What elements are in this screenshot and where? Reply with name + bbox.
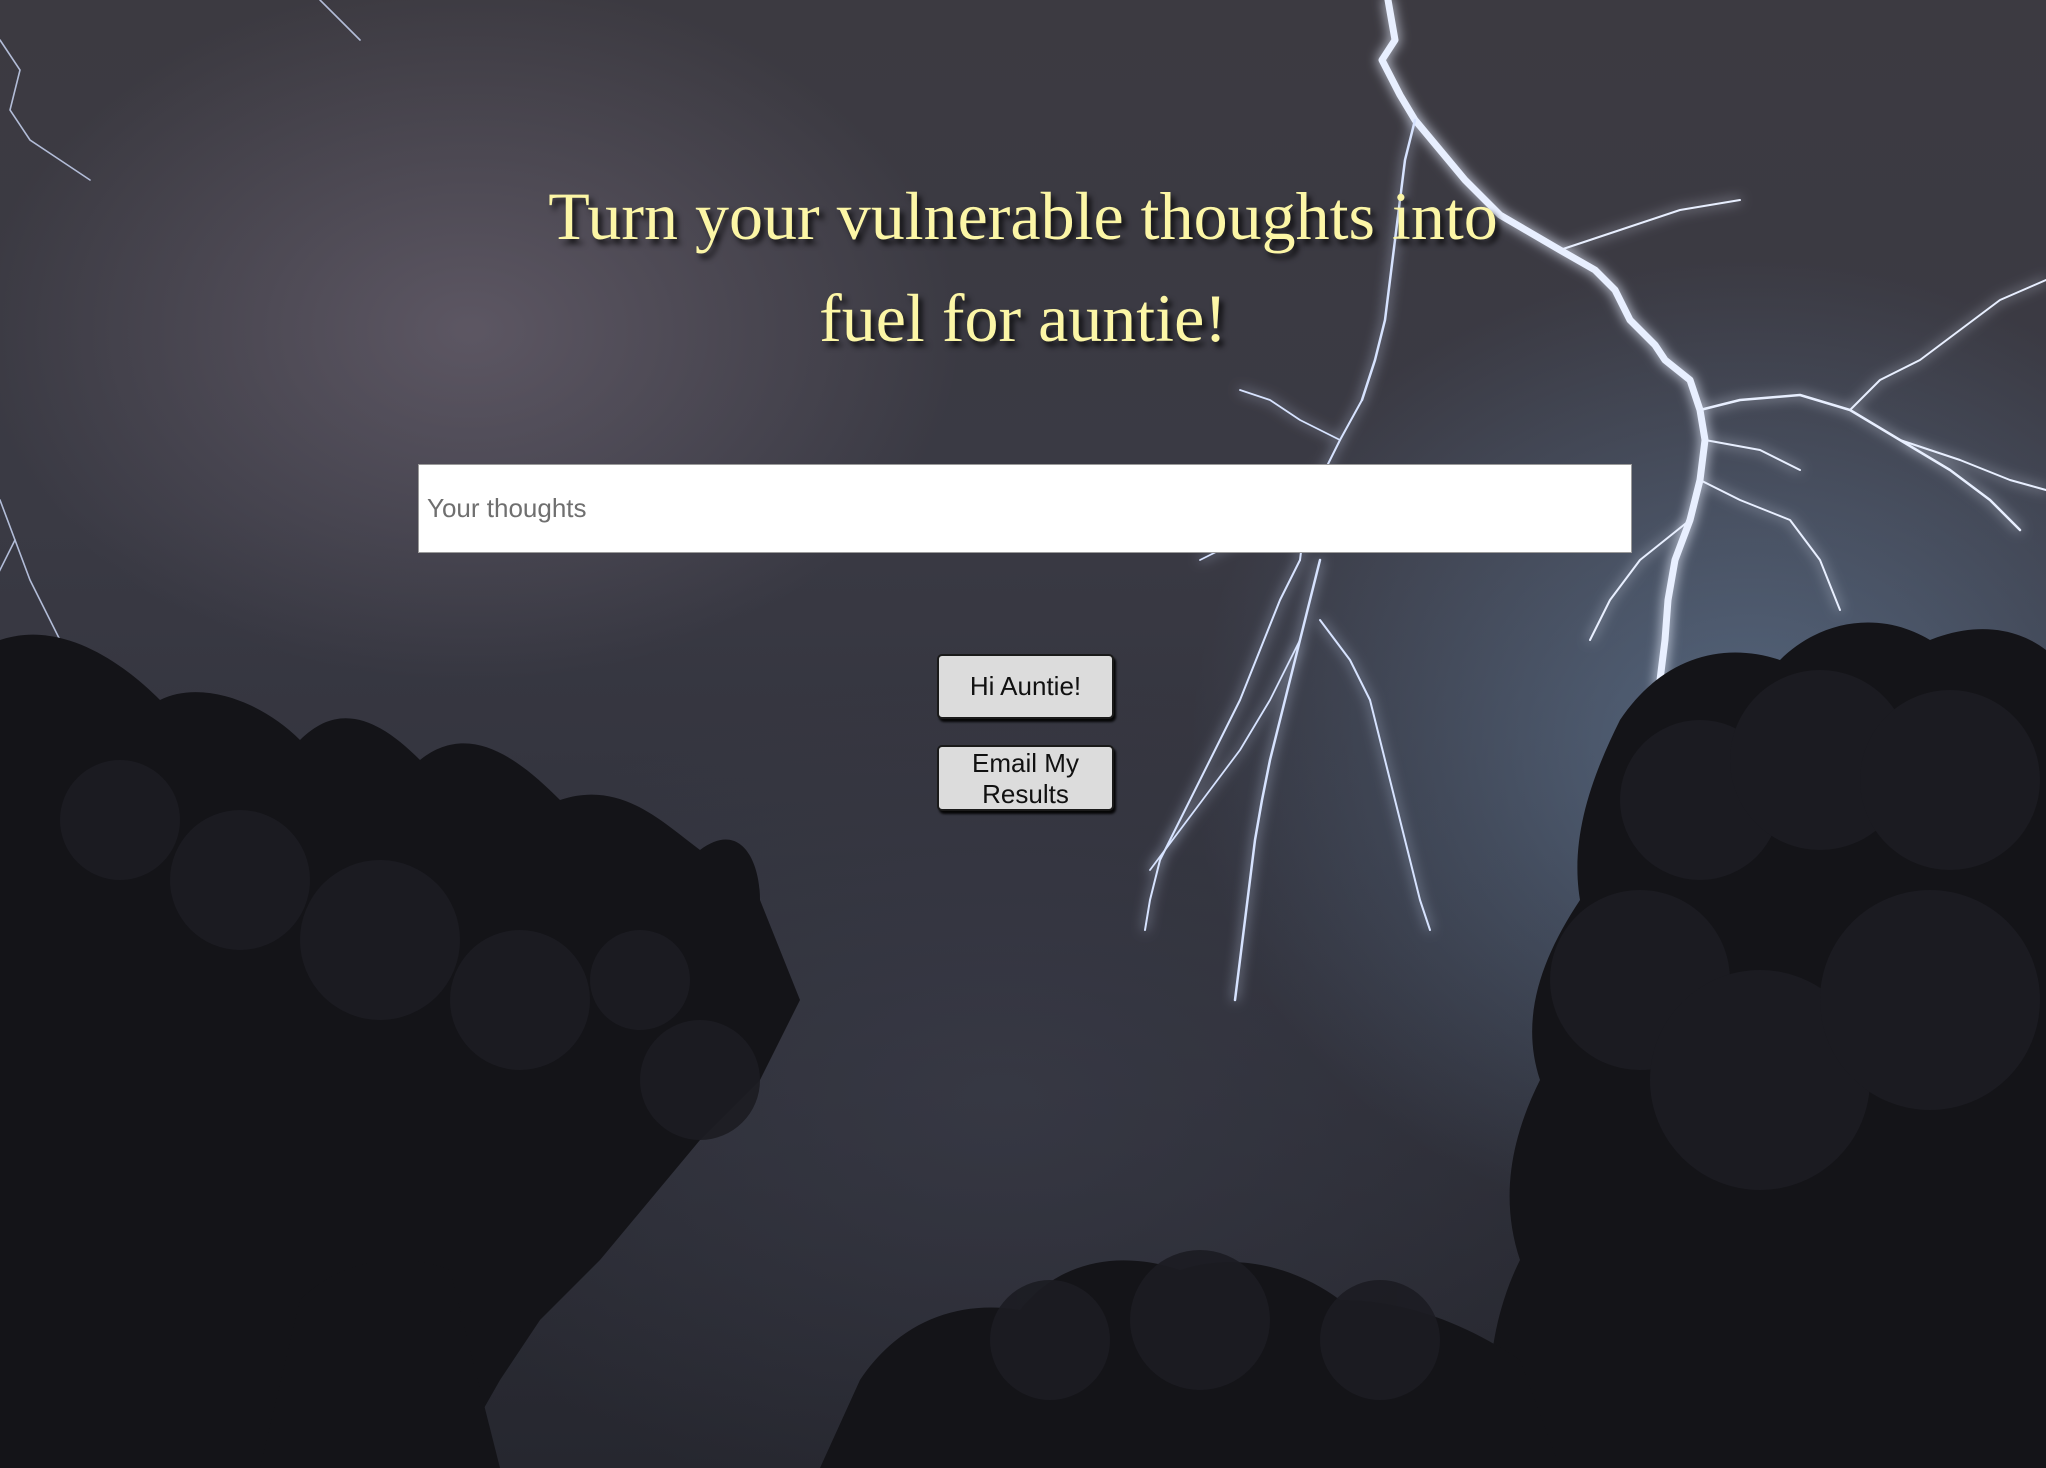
hi-auntie-button[interactable]: Hi Auntie! [937, 654, 1114, 719]
page-headline: Turn your vulnerable thoughts into fuel … [0, 165, 2046, 369]
email-results-button[interactable]: Email My Results [937, 745, 1114, 811]
headline-line-1: Turn your vulnerable thoughts into [548, 178, 1498, 254]
headline-line-2: fuel for auntie! [819, 280, 1227, 356]
thoughts-input[interactable] [418, 464, 1632, 553]
